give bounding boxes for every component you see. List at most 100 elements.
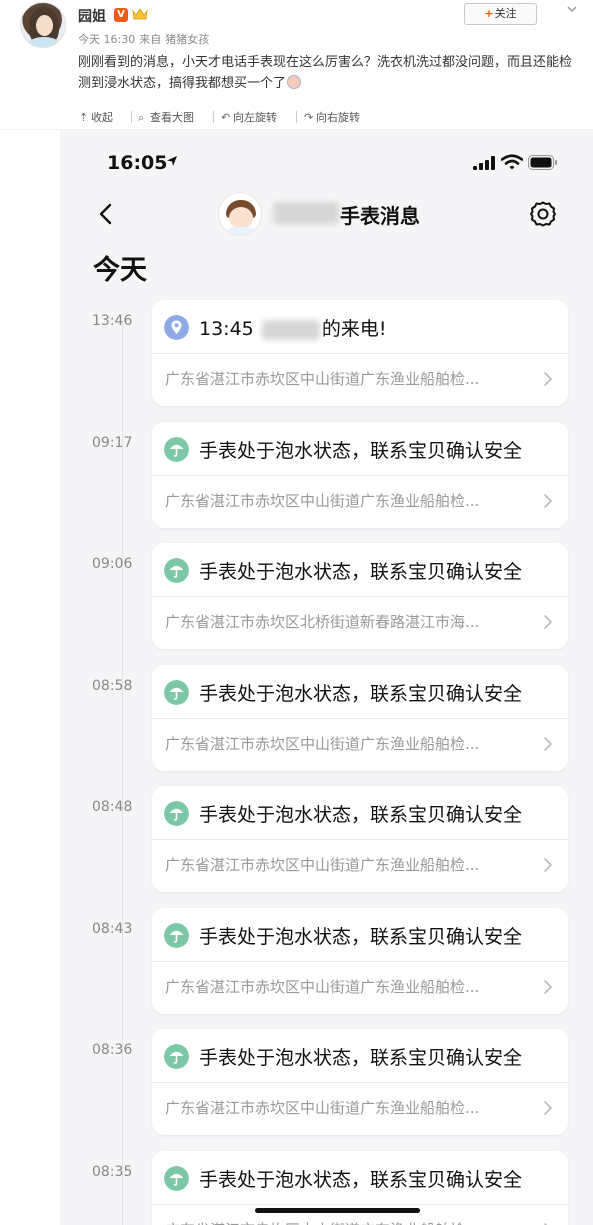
card-divider: [152, 839, 568, 840]
message-title: 13:45 的来电!: [199, 314, 386, 341]
entry-time: 08:43: [92, 921, 133, 937]
weibo-post: 园姐 V 今天 16:30 来自 猪猪女孩 +关注 刚刚看到的消息，小天才电话手表现…: [0, 0, 593, 102]
crown-icon: [132, 8, 148, 20]
message-title: 手表处于泡水状态，联系宝贝确认安全: [199, 804, 523, 826]
post-body: 刚刚看到的消息，小天才电话手表现在这么厉害么？洗衣机洗过都没问题，而且还能检测到…: [78, 55, 573, 91]
location-address[interactable]: 广东省湛江市赤坎区中山街道广东渔业船舶检...: [165, 1097, 479, 1118]
card-divider: [152, 475, 568, 476]
blurred-name: [261, 319, 320, 340]
post-text: 刚刚看到的消息，小天才电话手表现在这么厉害么？洗衣机洗过都没问题，而且还能检测到…: [78, 52, 583, 94]
entry-time: 08:48: [92, 799, 133, 815]
chevron-right-icon[interactable]: [543, 979, 553, 995]
wifi-icon: [501, 154, 523, 170]
rotate-left-button[interactable]: ↶ 向左旋转: [221, 109, 277, 125]
card-divider: [152, 1082, 568, 1083]
emoji-icon: [287, 75, 302, 89]
post-source[interactable]: 猪猪女孩: [165, 33, 209, 46]
verified-badge-icon: V: [114, 8, 128, 22]
rotate-right-button[interactable]: ↷ 向右旋转: [304, 109, 360, 125]
location-address[interactable]: 广东省湛江市赤坎区北桥街道新春路湛江市海...: [165, 611, 479, 632]
umbrella-icon: [164, 923, 189, 948]
chevron-right-icon[interactable]: [543, 614, 553, 630]
umbrella-icon: [164, 1044, 189, 1069]
card-divider: [152, 353, 568, 354]
umbrella-icon: [164, 801, 189, 826]
settings-gear-icon[interactable]: [529, 200, 557, 228]
view-large-button[interactable]: ⌕ 查看大图: [138, 109, 194, 125]
location-arrow-icon: [167, 156, 177, 166]
username[interactable]: 园姐: [78, 6, 106, 26]
divider: [296, 111, 297, 123]
message-card[interactable]: 手表处于泡水状态，联系宝贝确认安全广东省湛江市赤坎区中山街道广东渔业船舶检...: [152, 786, 568, 892]
view-large-label: 查看大图: [150, 111, 194, 124]
message-title: 手表处于泡水状态，联系宝贝确认安全: [199, 1047, 523, 1069]
status-time: 16:05: [107, 152, 168, 174]
user-avatar[interactable]: [20, 2, 66, 48]
follow-button[interactable]: +关注: [464, 3, 537, 25]
entry-time: 08:58: [92, 678, 133, 694]
call-text: 的来电!: [321, 318, 387, 340]
card-divider: [152, 596, 568, 597]
chevron-right-icon[interactable]: [543, 493, 553, 509]
location-address[interactable]: 广东省湛江市赤坎区中山街道广东渔业船舶检...: [165, 854, 479, 875]
entry-time: 08:36: [92, 1042, 133, 1058]
chevron-right-icon[interactable]: [543, 736, 553, 752]
divider: [131, 111, 132, 123]
chevron-right-icon[interactable]: [543, 371, 553, 387]
message-title: 手表处于泡水状态，联系宝贝确认安全: [199, 561, 523, 583]
post-time: 今天 16:30: [78, 33, 136, 46]
location-address[interactable]: 广东省湛江市赤坎区中山街道广东渔业船舶检...: [165, 368, 479, 389]
entry-time: 09:17: [92, 435, 133, 451]
post-meta: 今天 16:30 来自 猪猪女孩: [78, 31, 213, 47]
rotate-right-icon: ↷: [304, 111, 314, 124]
back-arrow-icon[interactable]: [96, 202, 116, 226]
umbrella-icon: [164, 558, 189, 583]
arrow-up-icon: ⇡: [79, 111, 89, 124]
follow-label: 关注: [494, 7, 517, 20]
battery-icon: [528, 155, 557, 170]
location-address[interactable]: 广东省湛江市赤坎区中山街道广东渔业船舶检...: [165, 733, 479, 754]
entry-time: 13:46: [92, 313, 133, 329]
post-from-label: 来自: [139, 33, 162, 46]
umbrella-icon: [164, 437, 189, 462]
divider: [213, 111, 214, 123]
message-title: 手表处于泡水状态，联系宝贝确认安全: [199, 926, 523, 948]
search-icon: ⌕: [138, 111, 145, 124]
message-title: 手表处于泡水状态，联系宝贝确认安全: [199, 440, 523, 462]
signal-icon: [473, 156, 495, 170]
card-divider: [152, 1204, 568, 1205]
message-title: 手表处于泡水状态，联系宝贝确认安全: [199, 683, 523, 705]
entry-time: 09:06: [92, 556, 133, 572]
umbrella-icon: [164, 680, 189, 705]
chevron-right-icon[interactable]: [543, 857, 553, 873]
call-location-icon: [164, 315, 189, 340]
call-time: 13:45: [199, 318, 254, 340]
location-address[interactable]: 广东省湛江市赤坎区中山街道广东渔业船舶检...: [165, 1219, 479, 1225]
collapse-button[interactable]: ⇡ 收起: [79, 109, 113, 125]
location-address[interactable]: 广东省湛江市赤坎区中山街道广东渔业船舶检...: [165, 490, 479, 511]
message-card[interactable]: 手表处于泡水状态，联系宝贝确认安全广东省湛江市赤坎区中山街道广东渔业船舶检...: [152, 1151, 568, 1225]
message-card[interactable]: 手表处于泡水状态，联系宝贝确认安全广东省湛江市赤坎区中山街道广东渔业船舶检...: [152, 908, 568, 1014]
message-card[interactable]: 手表处于泡水状态，联系宝贝确认安全广东省湛江市赤坎区中山街道广东渔业船舶检...: [152, 1029, 568, 1135]
message-card[interactable]: 手表处于泡水状态，联系宝贝确认安全广东省湛江市赤坎区中山街道广东渔业船舶检...: [152, 422, 568, 528]
rotate-left-label: 向左旋转: [233, 111, 277, 124]
plus-icon: +: [484, 7, 494, 20]
child-avatar: [218, 192, 262, 236]
rotate-left-icon: ↶: [221, 111, 231, 124]
card-divider: [152, 961, 568, 962]
location-address[interactable]: 广东省湛江市赤坎区中山街道广东渔业船舶检...: [165, 976, 479, 997]
chevron-right-icon[interactable]: [543, 1100, 553, 1116]
chevron-down-icon[interactable]: [565, 2, 579, 16]
message-title: 手表处于泡水状态，联系宝贝确认安全: [199, 1169, 523, 1191]
message-card[interactable]: 13:45 的来电! 广东省湛江市赤坎区中山街道广东渔业船舶检...: [152, 300, 568, 406]
card-divider: [152, 718, 568, 719]
page-title: 手表消息: [340, 204, 420, 228]
blurred-name: [273, 202, 339, 224]
collapse-label: 收起: [91, 111, 113, 124]
phone-screenshot: 16:05 手表消息 今天 13:46 13:45 的来电! 广东省湛江市赤坎区中山…: [60, 130, 593, 1225]
message-card[interactable]: 手表处于泡水状态，联系宝贝确认安全广东省湛江市赤坎区中山街道广东渔业船舶检...: [152, 665, 568, 771]
timeline-line: [122, 320, 123, 1225]
section-title: 今天: [93, 255, 147, 286]
home-indicator: [255, 1208, 420, 1213]
message-card[interactable]: 手表处于泡水状态，联系宝贝确认安全广东省湛江市赤坎区北桥街道新春路湛江市海...: [152, 543, 568, 649]
